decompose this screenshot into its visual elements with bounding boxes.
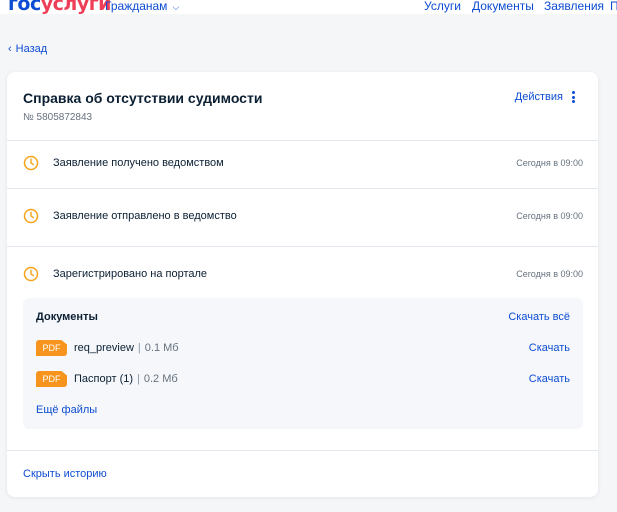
nav-documents[interactable]: Документы <box>472 0 534 12</box>
logo-part-gos: гос <box>8 0 41 15</box>
audience-label: Гражданам <box>105 0 168 13</box>
divider <box>7 188 598 189</box>
divider <box>7 450 598 451</box>
event-text: Зарегистрировано на портале <box>53 268 208 280</box>
history-event: Зарегистрировано на портале Сегодня в 09… <box>7 266 598 286</box>
documents-panel: Документы Скачать всё PDF req_preview | 0.… <box>23 298 583 429</box>
gosuslugi-logo[interactable]: госуслуги <box>8 0 111 15</box>
nav-applications[interactable]: Заявления <box>544 0 604 12</box>
file-item: PDF req_preview | 0.1 Мб Скачать <box>36 340 570 358</box>
clock-icon <box>23 208 39 224</box>
file-name[interactable]: req_preview <box>74 342 134 354</box>
chevron-down-icon: ⌵ <box>172 2 180 12</box>
back-label: Назад <box>15 43 48 55</box>
file-separator: | <box>137 342 141 354</box>
download-all-link[interactable]: Скачать всё <box>508 311 570 323</box>
pdf-icon: PDF <box>36 371 67 387</box>
file-size: 0.1 Мб <box>144 342 179 354</box>
event-time: Сегодня в 09:00 <box>516 269 583 279</box>
file-size: 0.2 Мб <box>143 373 178 385</box>
kebab-menu-icon[interactable] <box>572 91 576 103</box>
history-event: Заявление получено ведомством Сегодня в … <box>7 155 598 175</box>
divider <box>7 246 598 247</box>
file-name[interactable]: Паспорт (1) <box>74 373 133 385</box>
actions-button[interactable]: Действия <box>515 91 563 103</box>
back-link[interactable]: ‹ Назад <box>8 43 47 55</box>
nav-truncated[interactable]: П <box>610 0 617 12</box>
divider <box>7 140 598 141</box>
documents-title: Документы <box>36 311 98 323</box>
nav-services[interactable]: Услуги <box>424 0 461 12</box>
event-time: Сегодня в 09:00 <box>516 211 583 221</box>
application-card: Справка об отсутствии судимости № 580587… <box>7 72 598 497</box>
hide-history-link[interactable]: Скрыть историю <box>23 468 107 480</box>
page-title: Справка об отсутствии судимости <box>23 90 263 106</box>
application-number: № 5805872843 <box>23 112 93 123</box>
file-info: Паспорт (1) | 0.2 Мб <box>74 373 178 385</box>
event-time: Сегодня в 09:00 <box>516 158 583 168</box>
back-arrow-icon: ‹ <box>8 43 12 55</box>
history-event: Заявление отправлено в ведомство Сегодня… <box>7 208 598 228</box>
pdf-icon: PDF <box>36 340 67 356</box>
event-text: Заявление отправлено в ведомство <box>53 210 237 222</box>
clock-icon <box>23 155 39 171</box>
more-files-link[interactable]: Ещё файлы <box>36 404 97 416</box>
top-header: госуслуги Гражданам ⌵ Услуги Документы За… <box>0 0 617 15</box>
file-separator: | <box>137 373 140 385</box>
download-link[interactable]: Скачать <box>529 373 570 385</box>
audience-dropdown[interactable]: Гражданам ⌵ <box>105 0 179 13</box>
download-link[interactable]: Скачать <box>529 342 570 354</box>
clock-icon <box>23 266 39 282</box>
event-text: Заявление получено ведомством <box>53 157 224 169</box>
logo-part-uslugi: услуги <box>40 0 112 15</box>
file-item: PDF Паспорт (1) | 0.2 Мб Скачать <box>36 371 570 389</box>
file-info: req_preview | 0.1 Мб <box>74 342 179 354</box>
